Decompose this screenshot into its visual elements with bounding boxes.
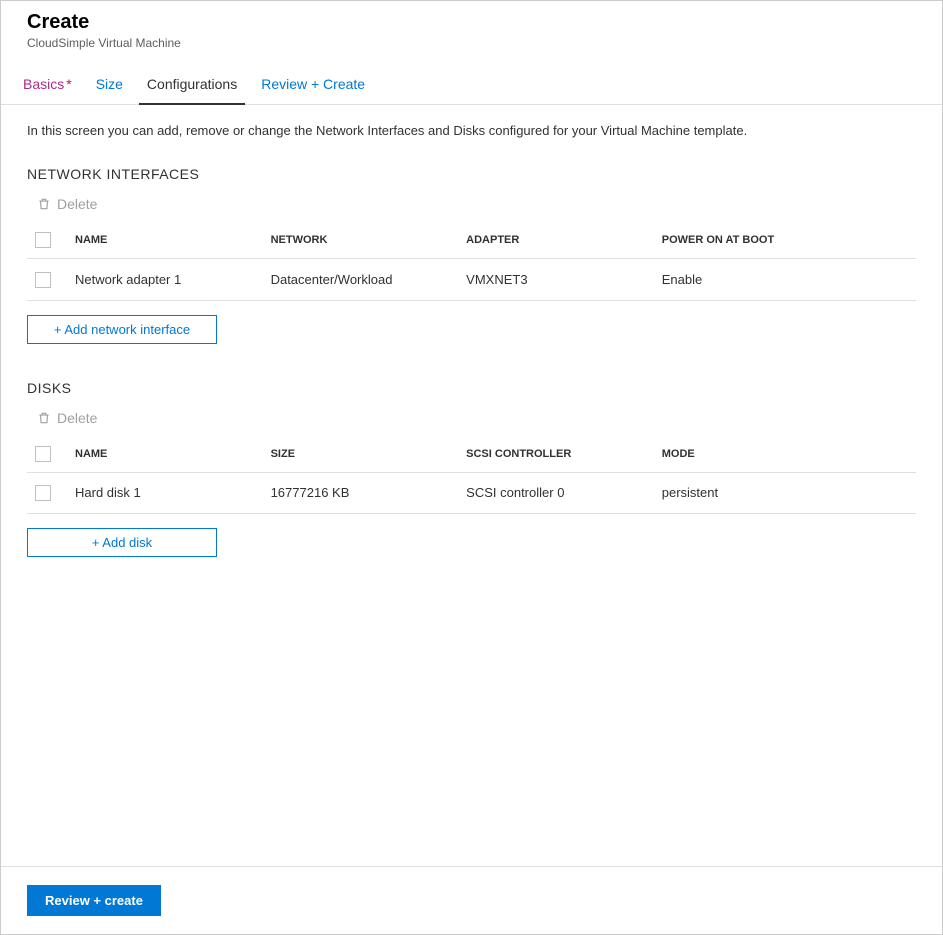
network-select-all-checkbox[interactable] bbox=[35, 232, 51, 248]
disks-delete-label: Delete bbox=[57, 410, 97, 426]
disks-row-checkbox[interactable] bbox=[35, 485, 51, 501]
add-network-interface-button[interactable]: + Add network interface bbox=[27, 315, 217, 344]
network-header-adapter[interactable]: ADAPTER bbox=[458, 222, 654, 259]
disks-section: DISKS Delete NAME SIZE SCSI CONTROLLER M… bbox=[27, 380, 916, 558]
network-row-checkbox[interactable] bbox=[35, 272, 51, 288]
network-delete-label: Delete bbox=[57, 196, 97, 212]
page-header: Create CloudSimple Virtual Machine bbox=[1, 1, 942, 60]
tab-bar: Basics* Size Configurations Review + Cre… bbox=[1, 66, 942, 105]
page-subtitle: CloudSimple Virtual Machine bbox=[27, 36, 916, 50]
network-table: NAME NETWORK ADAPTER POWER ON AT BOOT Ne… bbox=[27, 222, 916, 301]
disks-delete-button[interactable]: Delete bbox=[37, 410, 97, 426]
tab-review-create[interactable]: Review + Create bbox=[249, 66, 377, 104]
content-area: In this screen you can add, remove or ch… bbox=[1, 105, 942, 866]
footer: Review + create bbox=[1, 866, 942, 934]
disks-header-name[interactable]: NAME bbox=[67, 436, 263, 473]
network-section-title: NETWORK INTERFACES bbox=[27, 166, 916, 182]
network-header-network[interactable]: NETWORK bbox=[263, 222, 459, 259]
review-create-button[interactable]: Review + create bbox=[27, 885, 161, 916]
network-delete-button[interactable]: Delete bbox=[37, 196, 97, 212]
disks-row-checkbox-cell bbox=[27, 472, 67, 514]
network-header-checkbox-cell bbox=[27, 222, 67, 259]
network-header-power[interactable]: POWER ON AT BOOT bbox=[654, 222, 916, 259]
table-row[interactable]: Network adapter 1 Datacenter/Workload VM… bbox=[27, 259, 916, 301]
trash-icon bbox=[37, 411, 51, 425]
network-row-checkbox-cell bbox=[27, 259, 67, 301]
disks-header-scsi[interactable]: SCSI CONTROLLER bbox=[458, 436, 654, 473]
network-row-network: Datacenter/Workload bbox=[263, 259, 459, 301]
tab-basics[interactable]: Basics* bbox=[11, 66, 84, 104]
network-row-adapter: VMXNET3 bbox=[458, 259, 654, 301]
trash-icon bbox=[37, 197, 51, 211]
disks-row-mode: persistent bbox=[654, 472, 916, 514]
required-marker: * bbox=[66, 76, 71, 92]
disks-section-title: DISKS bbox=[27, 380, 916, 396]
disks-row-size: 16777216 KB bbox=[263, 472, 459, 514]
tab-size[interactable]: Size bbox=[84, 66, 135, 104]
disks-header-size[interactable]: SIZE bbox=[263, 436, 459, 473]
disks-select-all-checkbox[interactable] bbox=[35, 446, 51, 462]
network-interfaces-section: NETWORK INTERFACES Delete NAME NETWORK A… bbox=[27, 166, 916, 344]
page-title: Create bbox=[27, 11, 916, 34]
network-header-name[interactable]: NAME bbox=[67, 222, 263, 259]
disks-header-checkbox-cell bbox=[27, 436, 67, 473]
disks-header-mode[interactable]: MODE bbox=[654, 436, 916, 473]
tab-basics-label: Basics bbox=[23, 76, 64, 92]
disks-table: NAME SIZE SCSI CONTROLLER MODE Hard disk… bbox=[27, 436, 916, 515]
disks-row-scsi: SCSI controller 0 bbox=[458, 472, 654, 514]
network-row-name: Network adapter 1 bbox=[67, 259, 263, 301]
tab-configurations[interactable]: Configurations bbox=[135, 66, 249, 104]
add-disk-button[interactable]: + Add disk bbox=[27, 528, 217, 557]
network-row-power: Enable bbox=[654, 259, 916, 301]
intro-text: In this screen you can add, remove or ch… bbox=[27, 123, 916, 138]
table-row[interactable]: Hard disk 1 16777216 KB SCSI controller … bbox=[27, 472, 916, 514]
disks-row-name: Hard disk 1 bbox=[67, 472, 263, 514]
